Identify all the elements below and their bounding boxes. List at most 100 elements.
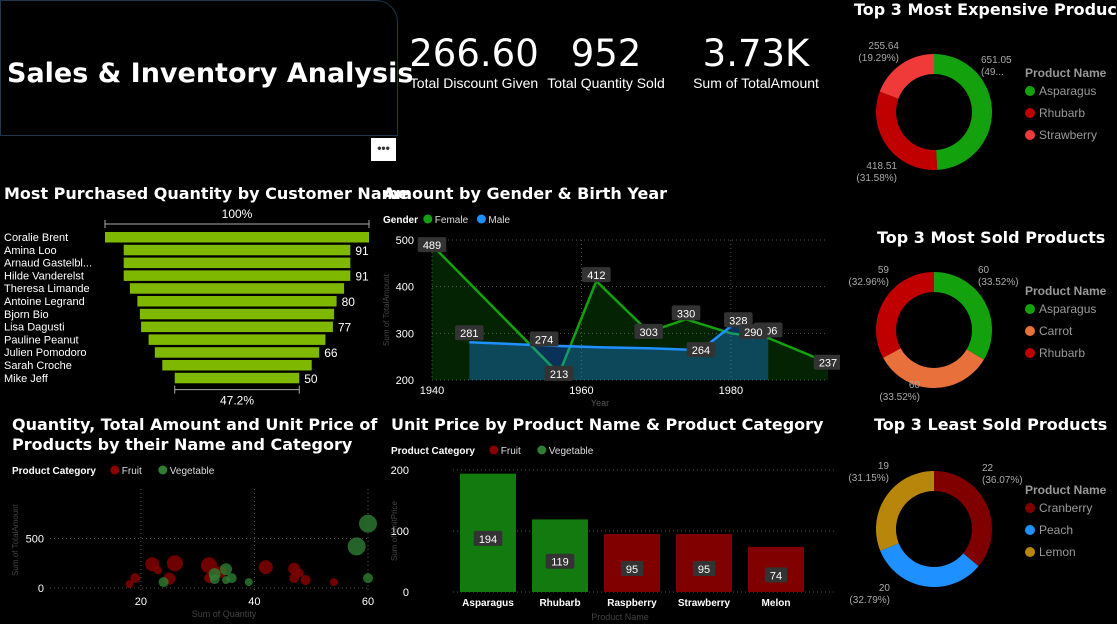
funnel-top-pct: 100% bbox=[222, 207, 253, 221]
legend-marker bbox=[110, 465, 120, 475]
funnel-category-label: Amina Loo bbox=[4, 245, 57, 257]
donut-pct-label: (33.52%) bbox=[879, 392, 920, 403]
funnel-bar bbox=[162, 360, 312, 371]
funnel-category-label: Antoine Legrand bbox=[4, 296, 85, 308]
donut-legend-marker bbox=[1025, 348, 1035, 358]
donut-legend-item: Rhubarb bbox=[1039, 106, 1085, 120]
kpi-total-amount: 3.73K Sum of TotalAmount bbox=[688, 32, 824, 91]
kpi-value: 3.73K bbox=[702, 32, 810, 75]
funnel-bar bbox=[137, 296, 337, 307]
donut-value-label: 60 bbox=[978, 265, 990, 276]
donut-slice bbox=[880, 543, 979, 587]
funnel-data-label: 80 bbox=[342, 295, 356, 309]
funnel-data-label: 66 bbox=[324, 346, 338, 360]
area-y-tick: 400 bbox=[396, 282, 414, 294]
scatter-point bbox=[130, 573, 141, 584]
donut-legend-title: Product Name bbox=[1025, 66, 1107, 80]
kpi-value: 952 bbox=[570, 32, 642, 75]
donut-legend-item: Asparagus bbox=[1039, 302, 1096, 316]
donut-value-label: 418.51 bbox=[866, 161, 897, 172]
report-title-card: Sales & Inventory Analysis bbox=[0, 0, 413, 136]
funnel-bottom-pct: 47.2% bbox=[220, 394, 254, 408]
area-data-label: 281 bbox=[460, 328, 478, 340]
donut-legend-marker bbox=[1025, 86, 1035, 96]
kpi-label: Total Quantity Sold bbox=[547, 75, 665, 91]
legend-title: Product Category bbox=[391, 446, 475, 457]
funnel-category-label: Coralie Brent bbox=[4, 232, 68, 244]
donut-legend-item: Carrot bbox=[1039, 324, 1073, 338]
bar-y-tick: 200 bbox=[391, 465, 409, 477]
more-options-button[interactable]: ••• bbox=[371, 138, 396, 161]
scatter-point bbox=[244, 578, 253, 587]
donut-legend-title: Product Name bbox=[1025, 483, 1107, 497]
funnel-category-label: Mike Jeff bbox=[4, 373, 49, 385]
donut-legend-marker bbox=[1025, 326, 1035, 336]
donut-slice bbox=[883, 348, 984, 389]
area-y-tick: 200 bbox=[396, 375, 414, 387]
funnel-title: Most Purchased Quantity by Customer Name bbox=[4, 184, 410, 203]
scatter-point bbox=[329, 578, 338, 587]
bar-category-label: Rhubarb bbox=[539, 598, 580, 609]
legend-marker bbox=[537, 445, 547, 455]
scatter-point bbox=[347, 537, 366, 556]
scatter-chart[interactable]: Product Category Fruit Vegetable 0 500 20 40 60… bbox=[0, 455, 380, 624]
funnel-data-label: 77 bbox=[338, 321, 352, 335]
funnel-bar bbox=[148, 334, 326, 345]
funnel-bar bbox=[139, 308, 335, 320]
funnel-chart[interactable]: 100% Coralie BrentAmina Loo 91 Arnaud Gaste… bbox=[0, 204, 376, 409]
scatter-x-tick: 60 bbox=[362, 596, 374, 608]
bar-data-label: 194 bbox=[479, 534, 497, 546]
funnel-category-label: Julien Pomodoro bbox=[4, 347, 87, 359]
donut-pct-label: (31.58%) bbox=[856, 173, 897, 184]
donut-most-sold-chart[interactable]: 60(33.52%)60(33.52%)59(32.96%)Product Na… bbox=[838, 250, 1117, 410]
donut-legend-item: Peach bbox=[1039, 523, 1073, 537]
legend-item: Female bbox=[435, 215, 469, 226]
funnel-category-label: Theresa Limande bbox=[4, 283, 90, 295]
area-y-tick: 500 bbox=[396, 235, 414, 247]
donut-value-label: 255.64 bbox=[868, 41, 899, 52]
legend-item: Vegetable bbox=[549, 446, 594, 457]
donut-expensive-chart[interactable]: 651.05(49... 418.51(31.58%) 255.64(19.29%)… bbox=[838, 22, 1117, 222]
funnel-category-label: Hilde Vanderelst bbox=[4, 270, 84, 282]
area-y-tick: 300 bbox=[396, 328, 414, 340]
donut-legend-item: Asparagus bbox=[1039, 84, 1096, 98]
area-y-axis-label: Sum of TotalAmount bbox=[382, 273, 391, 346]
scatter-point bbox=[158, 577, 169, 588]
funnel-data-label: 50 bbox=[304, 372, 318, 386]
bar-chart[interactable]: Product Category Fruit Vegetable0100200Pro… bbox=[388, 440, 848, 624]
donut-legend-item: Lemon bbox=[1039, 545, 1076, 559]
legend-marker bbox=[423, 214, 433, 224]
donut-value-label: 60 bbox=[909, 380, 921, 391]
legend-item: Male bbox=[488, 215, 510, 226]
funnel-bar bbox=[154, 347, 320, 358]
funnel-category-label: Pauline Peanut bbox=[4, 334, 79, 346]
scatter-point bbox=[153, 566, 162, 575]
scatter-title-line2: Products by their Name and Category bbox=[12, 435, 353, 454]
area-chart[interactable]: Gender Female Male 200 300 400 500 1940 1960 1980… bbox=[380, 204, 840, 409]
kpi-label: Sum of TotalAmount bbox=[693, 75, 819, 91]
donut-legend-marker bbox=[1025, 547, 1035, 557]
funnel-data-label: 91 bbox=[355, 269, 369, 283]
area-data-label: 213 bbox=[550, 369, 568, 381]
area-data-label: 274 bbox=[535, 334, 553, 346]
legend-marker bbox=[158, 465, 168, 475]
funnel-category-label: Sarah Croche bbox=[4, 360, 72, 372]
area-data-label: 290 bbox=[744, 327, 762, 339]
funnel-category-label: Lisa Dagusti bbox=[4, 322, 65, 334]
scatter-y-tick: 500 bbox=[26, 534, 44, 546]
scatter-title-line1: Quantity, Total Amount and Unit Price of bbox=[12, 415, 378, 434]
donut-value-label: 59 bbox=[878, 265, 890, 276]
donut-legend-title: Product Name bbox=[1025, 284, 1107, 298]
bar-data-label: 95 bbox=[698, 564, 710, 576]
funnel-data-label: 91 bbox=[355, 244, 369, 258]
funnel-category-label: Arnaud Gastelbl... bbox=[4, 258, 92, 270]
donut-legend-marker bbox=[1025, 108, 1035, 118]
area-data-label: 412 bbox=[587, 270, 605, 282]
legend-marker bbox=[476, 214, 486, 224]
bar-data-label: 74 bbox=[770, 570, 782, 582]
area-x-tick: 1980 bbox=[719, 385, 743, 397]
scatter-point bbox=[359, 514, 377, 533]
donut1-title: Top 3 Most Expensive Products bbox=[854, 0, 1117, 19]
scatter-y-axis-label: Sum of TotalAmount bbox=[11, 503, 20, 576]
donut-least-sold-chart[interactable]: 22(36.07%) 20(32.79%) 19(31.15%) Product Na… bbox=[838, 437, 1117, 624]
